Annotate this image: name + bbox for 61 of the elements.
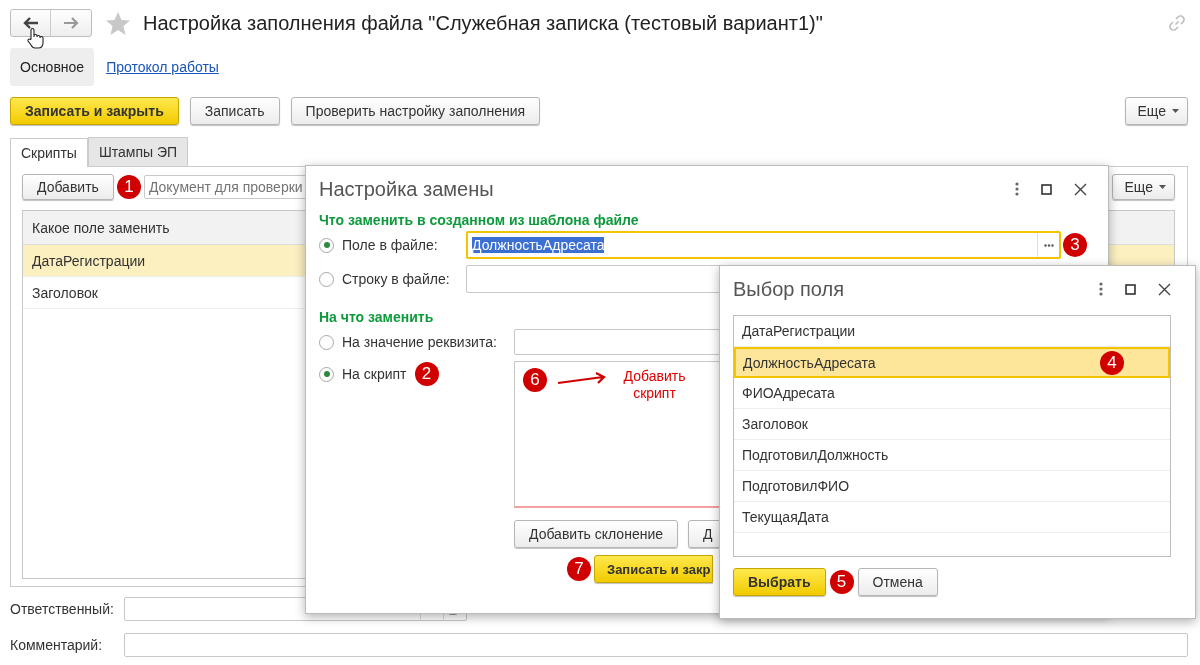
- radio-label: Поле в файле:: [342, 237, 438, 253]
- section-link[interactable]: Протокол работы: [96, 48, 229, 86]
- annotation-text: Добавить скрипт: [622, 368, 687, 402]
- caret-icon: [1172, 109, 1179, 113]
- section-tab[interactable]: Основное: [10, 48, 95, 86]
- column-header: Какое поле заменить: [32, 219, 170, 236]
- radio-button[interactable]: [319, 366, 334, 382]
- callout-badge: 6: [523, 368, 547, 392]
- save-close-button[interactable]: Записать и закрыть: [10, 97, 179, 125]
- list-item[interactable]: ТекущаяДата: [734, 502, 1170, 533]
- callout-badge: 2: [414, 362, 439, 386]
- comment-field[interactable]: [124, 633, 1188, 657]
- tab[interactable]: Штампы ЭП: [87, 137, 189, 166]
- caret-icon: [1159, 185, 1166, 189]
- callout-badge: 3: [1063, 233, 1087, 257]
- list-item[interactable]: ПодготовилДолжность: [734, 440, 1170, 471]
- list-item[interactable]: ПодготовилФИО: [734, 471, 1170, 502]
- field-name-field[interactable]: ДолжностьАдресата: [466, 231, 1061, 259]
- callout-badge: 5: [829, 570, 854, 594]
- hand-cursor-icon: [26, 27, 44, 49]
- callout-badge: 7: [567, 557, 591, 581]
- back-arrow-icon: [22, 17, 39, 29]
- radio-label: На значение реквизита:: [342, 334, 497, 350]
- radio-button[interactable]: [319, 237, 334, 253]
- radio-label: На скрипт: [342, 366, 407, 382]
- list-item[interactable]: ФИОАдресата: [734, 378, 1170, 409]
- select-button[interactable]: Выбрать: [733, 568, 826, 596]
- field-label: Комментарий:: [10, 637, 104, 653]
- add-button[interactable]: Добавить: [22, 174, 114, 200]
- section-heading: Что заменить в созданном из шаблона файле: [319, 212, 639, 228]
- table-cell: Заголовок: [32, 284, 98, 301]
- callout-badge: 4: [1100, 350, 1124, 375]
- maximize-icon[interactable]: [1125, 283, 1136, 295]
- window-title: Настройка заполнения файла "Служебная записка (тестовый вариант1)": [143, 11, 823, 35]
- list-item[interactable]: ДолжностьАдресата 4: [734, 347, 1170, 378]
- close-icon[interactable]: [1074, 182, 1087, 196]
- callout-badge: 1: [116, 175, 141, 199]
- cancel-button[interactable]: Отмена: [857, 568, 938, 596]
- ellipsis-icon[interactable]: [1043, 243, 1054, 247]
- star-icon[interactable]: [105, 10, 131, 36]
- field-label: Ответственный:: [10, 601, 115, 617]
- more-options-icon[interactable]: [1099, 282, 1103, 296]
- list-item[interactable]: Заголовок: [734, 409, 1170, 440]
- table-cell: ДатаРегистрации: [32, 252, 146, 269]
- toolbar-button[interactable]: Записать: [189, 97, 280, 125]
- section-heading: На что заменить: [319, 309, 434, 325]
- radio-label: Строку в файле:: [342, 271, 450, 287]
- tab[interactable]: Скрипты: [10, 138, 88, 167]
- dialog-title: Выбор поля: [733, 277, 844, 301]
- more-options-icon[interactable]: [1015, 182, 1019, 196]
- toolbar-button[interactable]: Проверить настройку заполнения: [290, 97, 541, 125]
- more-button[interactable]: Еще: [1124, 97, 1188, 125]
- declension-button[interactable]: Добавить склонение: [514, 519, 678, 548]
- radio-button[interactable]: [319, 334, 334, 350]
- maximize-icon[interactable]: [1041, 183, 1052, 195]
- close-icon[interactable]: [1158, 282, 1171, 296]
- save-close-button[interactable]: Записать и закр: [594, 555, 714, 583]
- arrow-icon: [557, 372, 607, 386]
- more-button[interactable]: Еще: [1111, 174, 1175, 200]
- radio-button[interactable]: [319, 271, 334, 287]
- forward-arrow-icon: [63, 17, 79, 29]
